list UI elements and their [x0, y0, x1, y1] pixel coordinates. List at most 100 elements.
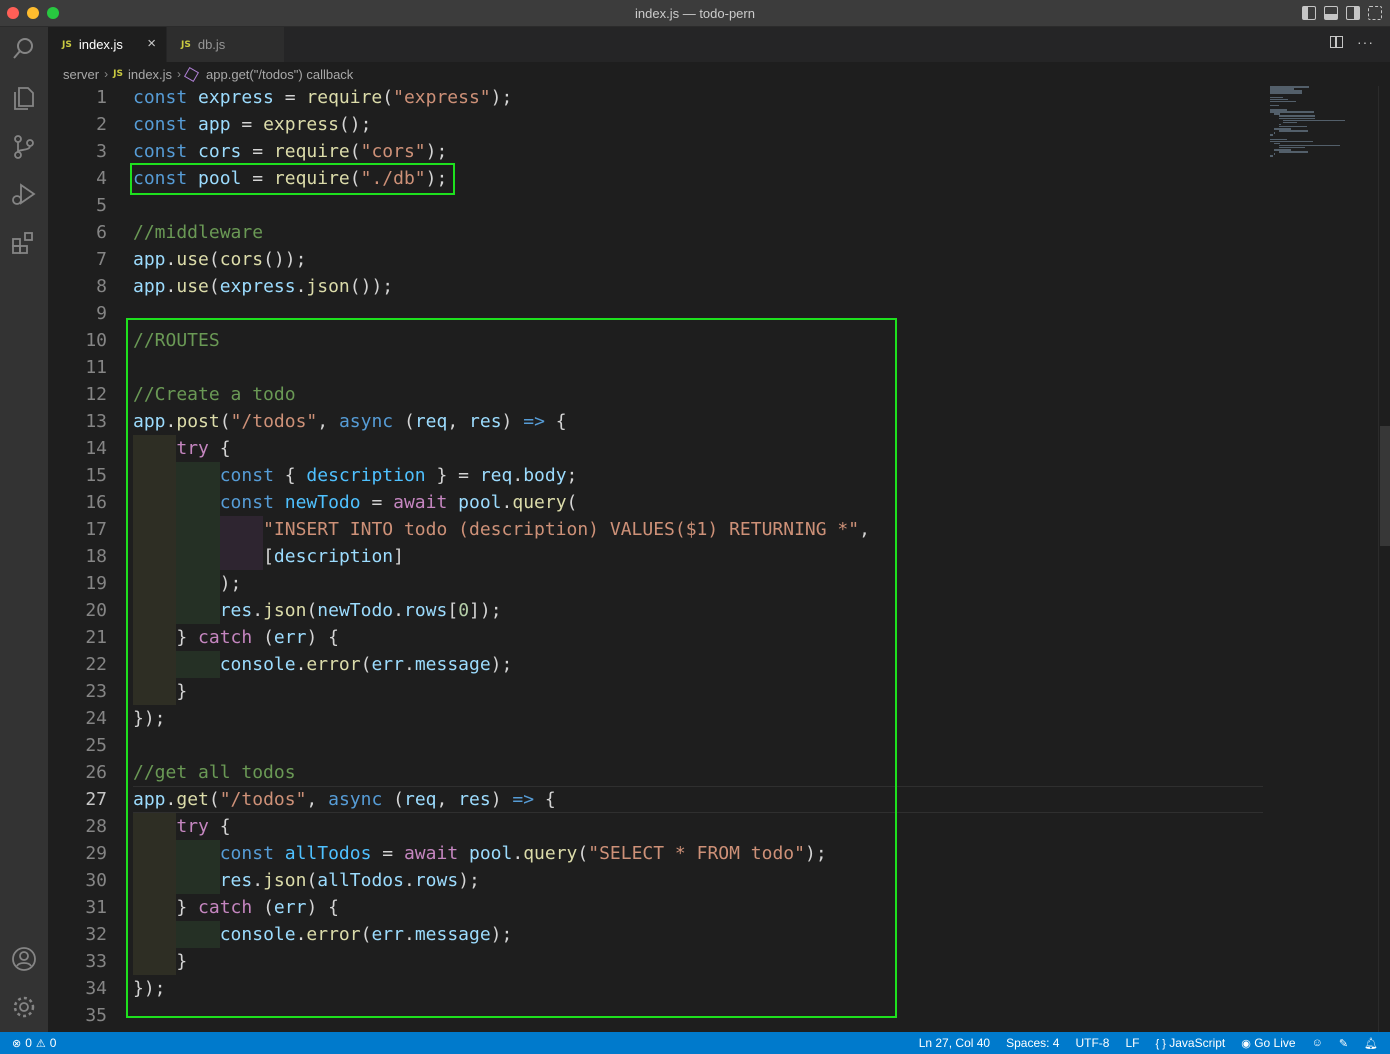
explorer-icon[interactable]: [10, 84, 38, 112]
code-text: app.use(express.json());: [133, 273, 393, 300]
line-number: 27: [85, 789, 107, 810]
code-token: express: [198, 87, 274, 108]
search-icon[interactable]: [10, 35, 38, 63]
code-token: ();: [338, 114, 372, 135]
line-number: 26: [85, 762, 107, 783]
window-title: index.js — todo-pern: [635, 6, 755, 21]
line-number: 7: [96, 249, 107, 270]
line-number: 8: [96, 276, 107, 297]
code-line[interactable]: 1 const express = require("express");: [48, 84, 1268, 111]
line-number: 31: [85, 897, 107, 918]
minimap-line: [1274, 153, 1276, 155]
run-debug-icon[interactable]: [10, 180, 38, 208]
line-number: 13: [85, 411, 107, 432]
cursor-position[interactable]: Ln 27, Col 40: [919, 1036, 990, 1050]
title-bar: index.js — todo-pern: [0, 0, 1390, 27]
minimap-line: [1270, 100, 1297, 103]
code-token: const: [133, 141, 188, 162]
line-number: 22: [85, 654, 107, 675]
js-file-icon: JS: [62, 39, 72, 50]
minimap-line: [1270, 92, 1302, 94]
code-token: (: [208, 249, 220, 270]
code-line[interactable]: 3 const cors = require("cors");: [48, 138, 1268, 165]
toggle-secondary-sidebar-icon[interactable]: [1346, 6, 1360, 20]
code-token: =: [230, 114, 264, 135]
language-mode[interactable]: { } JavaScript: [1155, 1036, 1225, 1050]
minimap[interactable]: [1270, 86, 1378, 1032]
code-line[interactable]: 6 //middleware: [48, 219, 1268, 246]
line-number: 16: [85, 492, 107, 513]
breadcrumb: server › JS index.js › app.get("/todos")…: [48, 62, 1390, 86]
breadcrumb-folder[interactable]: server: [63, 67, 99, 82]
encoding-setting[interactable]: UTF-8: [1075, 1036, 1109, 1050]
minimap-line: [1270, 104, 1279, 107]
code-token: express: [219, 276, 296, 297]
toggle-panel-icon[interactable]: [1324, 6, 1338, 20]
copilot-icon[interactable]: ☺: [1312, 1037, 1323, 1049]
eol-setting[interactable]: LF: [1125, 1036, 1139, 1050]
code-token: require: [273, 141, 350, 162]
source-control-icon[interactable]: [10, 133, 38, 161]
line-number: 2: [96, 114, 107, 135]
line-number: 18: [85, 546, 107, 567]
customize-layout-icon[interactable]: [1368, 6, 1382, 20]
code-token: .: [295, 276, 307, 297]
go-live-button[interactable]: ◉ Go Live: [1241, 1036, 1295, 1050]
line-number: 19: [85, 573, 107, 594]
tab-index-js[interactable]: JS index.js ×: [48, 27, 166, 62]
minimap-line: [1270, 155, 1274, 157]
line-number: 3: [96, 141, 107, 162]
split-editor-icon[interactable]: [1330, 36, 1343, 48]
toggle-primary-sidebar-icon[interactable]: [1302, 6, 1316, 20]
code-token: use: [176, 276, 209, 297]
code-token: =: [273, 87, 307, 108]
chevron-right-icon: ›: [104, 67, 109, 81]
problems-status[interactable]: ⊗ 0 ⚠ 0: [12, 1036, 56, 1050]
code-line[interactable]: 2 const app = express();: [48, 111, 1268, 138]
minimap-line: [1278, 151, 1309, 153]
code-text: const express = require("express");: [133, 84, 512, 111]
line-number: 1: [96, 87, 107, 108]
code-line[interactable]: 5: [48, 192, 1268, 219]
extensions-icon[interactable]: [10, 229, 38, 257]
code-token: (: [382, 87, 394, 108]
code-token: require: [306, 87, 383, 108]
code-token: =: [241, 141, 274, 162]
code-line[interactable]: 7 app.use(cors());: [48, 246, 1268, 273]
feedback-icon[interactable]: ✎: [1339, 1037, 1348, 1050]
activity-bar: [0, 27, 48, 1032]
line-number: 23: [85, 681, 107, 702]
line-number: 4: [96, 168, 107, 189]
highlight-box-require-db: [130, 163, 455, 195]
chevron-right-icon: ›: [177, 67, 182, 81]
notifications-bell-icon[interactable]: 🔔︎: [1364, 1037, 1378, 1050]
line-number: 15: [85, 465, 107, 486]
accounts-icon[interactable]: [10, 945, 38, 973]
tab-label: db.js: [197, 37, 226, 52]
settings-gear-icon[interactable]: [10, 993, 38, 1021]
more-actions-icon[interactable]: ···: [1357, 35, 1374, 49]
code-line[interactable]: 8 app.use(express.json());: [48, 273, 1268, 300]
close-icon[interactable]: ×: [147, 36, 156, 51]
line-number: 32: [85, 924, 107, 945]
scrollbar-thumb[interactable]: [1380, 426, 1390, 546]
breadcrumb-symbol[interactable]: app.get("/todos") callback: [206, 67, 353, 82]
status-bar: ⊗ 0 ⚠ 0 Ln 27, Col 40 Spaces: 4 UTF-8 LF…: [0, 1032, 1390, 1054]
code-token: json: [306, 276, 350, 297]
breadcrumb-file[interactable]: index.js: [128, 67, 172, 82]
line-number: 35: [85, 1005, 107, 1026]
code-token: ());: [263, 249, 307, 270]
code-token: const: [133, 87, 188, 108]
code-token: app: [133, 276, 166, 297]
line-number: 29: [85, 843, 107, 864]
code-text: //middleware: [133, 219, 263, 246]
broadcast-icon: ◉: [1241, 1038, 1251, 1050]
editor-tab-bar: JS index.js × JS db.js ···: [48, 27, 1390, 62]
indentation-setting[interactable]: Spaces: 4: [1006, 1036, 1059, 1050]
vertical-scrollbar[interactable]: [1378, 86, 1390, 1032]
tab-db-js[interactable]: JS db.js: [166, 27, 284, 62]
line-number: 28: [85, 816, 107, 837]
line-number: 9: [96, 303, 107, 324]
line-number: 11: [85, 357, 107, 378]
